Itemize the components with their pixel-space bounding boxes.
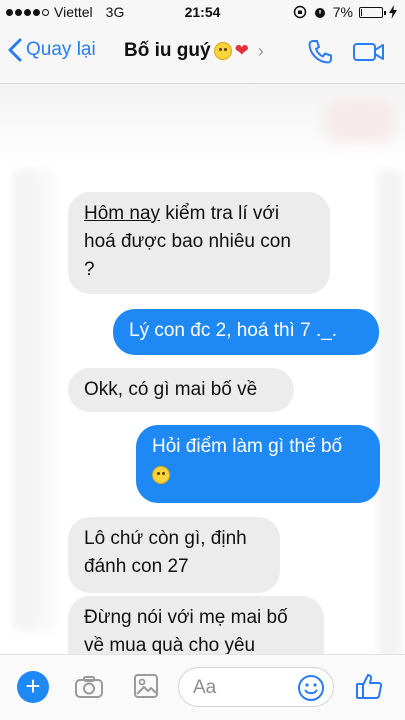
heart-icon: ❤ [234,41,249,60]
message-input[interactable] [193,675,293,701]
status-bar: Viettel 3G 21:54 7% [0,0,405,24]
back-button[interactable]: Quay lại [8,38,96,62]
back-label: Quay lại [26,39,96,60]
battery-icon [359,6,386,18]
message-text: Okk, có gì mai bố về [84,379,258,400]
message-bubble-incoming[interactable]: Lô chứ còn gì, định đánh con 27 [68,517,280,593]
smile-emoji-icon [152,465,170,484]
smile-emoji-icon [213,42,232,60]
status-indicators: 7% [293,4,397,20]
redacted-avatar-column [14,170,54,630]
camera-icon[interactable] [74,675,104,699]
redacted-blob [325,100,395,142]
charging-bolt-icon [389,5,397,19]
message-line: ? [84,259,95,280]
message-line: Đừng nói với mẹ mai bố [84,607,288,628]
message-line: hoá được bao nhiêu con [84,231,291,252]
plus-icon[interactable]: + [17,671,49,703]
conversation-header: Quay lại Bố iu guý ❤ › [0,24,405,84]
message-bubble-outgoing[interactable]: Lý con đc 2, hoá thì 7 ._. [113,309,379,355]
underlined-text: Hôm nay [84,203,161,224]
alarm-icon [314,8,325,18]
message-line: Lô chứ còn gì, định [84,528,247,549]
message-composer: + [0,654,405,720]
message-bubble-incoming[interactable]: Hôm nay kiểm tra lí với hoá được bao nhi… [68,192,330,294]
message-bubble-incoming[interactable]: Okk, có gì mai bố về [68,368,294,412]
thumbs-up-icon[interactable] [354,671,384,701]
video-camera-icon[interactable] [352,40,386,64]
message-line: Hôm nay kiểm tra lí với [84,203,280,224]
message-line [152,461,364,489]
chevron-right-icon: › [257,40,264,61]
redacted-edge [378,170,402,690]
battery-percent: 7% [332,4,353,20]
contact-title[interactable]: Bố iu guý ❤ › [124,40,264,62]
rotation-lock-icon [293,5,307,19]
chevron-left-icon [8,38,22,62]
message-text: Lý con đc 2, hoá thì 7 ._. [129,320,338,341]
message-line: đánh con 27 [84,556,189,577]
image-icon[interactable] [133,673,159,699]
message-bubble-outgoing[interactable]: Hỏi điểm làm gì thế bố [136,425,380,503]
message-text: Hỏi điểm làm gì thế bố [152,436,343,457]
emoji-icon[interactable] [296,673,326,703]
phone-icon[interactable] [306,38,334,66]
contact-name: Bố iu guý [124,40,211,61]
